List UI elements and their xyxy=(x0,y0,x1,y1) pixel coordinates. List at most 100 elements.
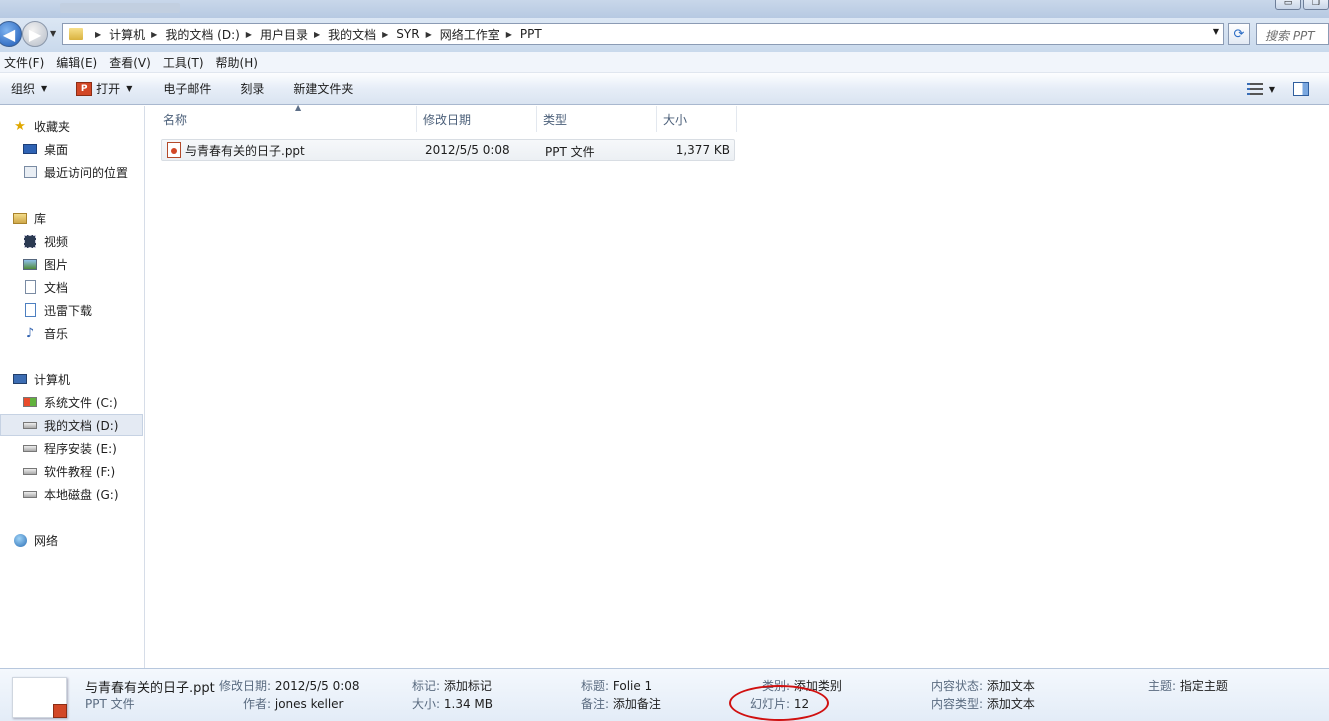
breadcrumb-user-dir[interactable]: 用户目录 xyxy=(260,26,308,43)
recent-places-icon xyxy=(22,165,38,179)
recent-pages-dropdown[interactable]: ▼ xyxy=(50,29,56,38)
new-folder-button[interactable]: 新建文件夹 xyxy=(275,73,364,104)
chevron-right-icon[interactable]: ▶ xyxy=(506,30,512,39)
chevron-right-icon[interactable]: ▶ xyxy=(382,30,388,39)
menu-help[interactable]: 帮助(H) xyxy=(212,54,266,71)
nav-videos[interactable]: 视频 xyxy=(22,231,68,251)
forward-button[interactable]: ▶ xyxy=(22,21,48,47)
details-content-type: 内容类型: 添加文本 xyxy=(931,697,1035,711)
details-modified: 修改日期: 2012/5/5 0:08 xyxy=(219,679,360,693)
nav-label: 计算机 xyxy=(34,372,71,387)
sort-ascending-icon: ▲ xyxy=(295,103,302,112)
email-button[interactable]: 电子邮件 xyxy=(143,73,222,104)
menu-edit[interactable]: 编辑(E) xyxy=(52,54,105,71)
file-name: 与青春有关的日子.ppt xyxy=(185,143,305,158)
breadcrumb-computer[interactable]: 计算机 xyxy=(109,26,145,43)
window-controls: ▭ ❐ xyxy=(1273,0,1329,10)
breadcrumb-studio[interactable]: 网络工作室 xyxy=(440,26,500,43)
column-label: 名称 xyxy=(163,112,188,127)
nav-computer[interactable]: 计算机 xyxy=(12,369,70,389)
library-icon xyxy=(12,211,28,225)
chevron-right-icon[interactable]: ▶ xyxy=(314,30,320,39)
nav-libraries[interactable]: 库 xyxy=(12,208,46,228)
nav-pictures[interactable]: 图片 xyxy=(22,254,68,274)
nav-label: 桌面 xyxy=(44,142,69,157)
address-bar[interactable]: ▶ 计算机 ▶ 我的文档 (D:) ▶ 用户目录 ▶ 我的文档 ▶ SYR ▶ … xyxy=(62,23,1224,45)
folder-icon xyxy=(69,28,83,40)
powerpoint-icon xyxy=(53,704,67,718)
details-author: 作者: jones keller xyxy=(243,697,344,711)
menu-view[interactable]: 查看(V) xyxy=(105,54,159,71)
nav-drive-g[interactable]: 本地磁盘 (G:) xyxy=(22,484,119,504)
minimize-button[interactable]: ▭ xyxy=(1275,0,1301,10)
chevron-down-icon: ▼ xyxy=(41,84,48,93)
document-icon xyxy=(22,280,38,294)
breadcrumb: ▶ 计算机 ▶ 我的文档 (D:) ▶ 用户目录 ▶ 我的文档 ▶ SYR ▶ … xyxy=(89,26,542,43)
back-button[interactable]: ◀ xyxy=(0,21,22,47)
details-size: 大小: 1.34 MB xyxy=(412,697,493,711)
details-title: 标题: Folie 1 xyxy=(581,679,653,693)
nav-label: 软件教程 (F:) xyxy=(44,464,116,479)
nav-network[interactable]: 网络 xyxy=(12,530,58,550)
view-details-icon[interactable] xyxy=(1246,83,1263,95)
open-label: 打开 xyxy=(96,82,121,96)
drive-icon xyxy=(22,464,38,478)
menu-file[interactable]: 文件(F) xyxy=(0,54,52,71)
address-dropdown-icon[interactable]: ▼ xyxy=(1213,27,1219,36)
nav-desktop[interactable]: 桌面 xyxy=(22,139,68,159)
maximize-button[interactable]: ❐ xyxy=(1303,0,1329,10)
search-input[interactable]: 搜索 PPT xyxy=(1256,23,1329,45)
refresh-button[interactable]: ⟳ xyxy=(1228,23,1250,45)
command-bar: 组织 ▼ P 打开 ▼ 电子邮件 刻录 新建文件夹 ▼ xyxy=(0,73,1329,105)
breadcrumb-drive-d[interactable]: 我的文档 (D:) xyxy=(165,26,239,43)
column-header-modified[interactable]: 修改日期 xyxy=(417,106,537,132)
file-type: PPT 文件 xyxy=(545,145,595,159)
column-header-size[interactable]: 大小 xyxy=(657,106,737,132)
breadcrumb-syr[interactable]: SYR xyxy=(396,27,419,41)
column-header-type[interactable]: 类型 xyxy=(537,106,657,132)
breadcrumb-ppt[interactable]: PPT xyxy=(520,27,542,41)
star-icon: ★ xyxy=(14,118,26,134)
nav-label: 系统文件 (C:) xyxy=(44,395,118,410)
nav-favorites[interactable]: ★ 收藏夹 xyxy=(12,116,70,136)
view-dropdown-icon[interactable]: ▼ xyxy=(1269,85,1275,94)
nav-label: 文档 xyxy=(44,280,69,295)
menu-bar: 文件(F) 编辑(E) 查看(V) 工具(T) 帮助(H) xyxy=(0,52,1329,73)
chevron-down-icon: ▼ xyxy=(126,84,133,93)
window-title-blurred xyxy=(60,3,180,13)
chevron-right-icon[interactable]: ▶ xyxy=(246,30,252,39)
nav-drive-d[interactable]: 我的文档 (D:) xyxy=(0,414,143,436)
details-content-status: 内容状态: 添加文本 xyxy=(931,679,1035,693)
organize-button[interactable]: 组织 ▼ xyxy=(0,73,58,104)
drive-icon xyxy=(22,418,38,432)
nav-documents[interactable]: 文档 xyxy=(22,277,68,297)
chevron-right-icon[interactable]: ▶ xyxy=(95,30,101,39)
file-row[interactable]: 与青春有关的日子.ppt 2012/5/5 0:08 PPT 文件 1,377 … xyxy=(161,139,735,161)
nav-drive-e[interactable]: 程序安装 (E:) xyxy=(22,438,117,458)
chevron-right-icon[interactable]: ▶ xyxy=(426,30,432,39)
details-filetype: PPT 文件 xyxy=(85,697,135,711)
file-list: ▲ 名称 修改日期 类型 大小 与青春有关的日子.ppt 2012/5/5 0:… xyxy=(146,103,1329,668)
navigation-pane: ★ 收藏夹 桌面 最近访问的位置 库 视频 图片 文档 迅雷下载 ♪ 音乐 计算… xyxy=(0,106,145,668)
title-bar: ▭ ❐ xyxy=(0,0,1329,18)
nav-label: 我的文档 (D:) xyxy=(44,418,119,433)
desktop-icon xyxy=(22,142,38,156)
preview-pane-icon[interactable] xyxy=(1293,82,1309,96)
open-button[interactable]: P 打开 ▼ xyxy=(58,73,143,104)
menu-tools[interactable]: 工具(T) xyxy=(159,54,212,71)
breadcrumb-my-docs[interactable]: 我的文档 xyxy=(328,26,376,43)
nav-drive-c[interactable]: 系统文件 (C:) xyxy=(22,392,118,412)
chevron-right-icon[interactable]: ▶ xyxy=(151,30,157,39)
music-icon: ♪ xyxy=(25,325,35,341)
burn-button[interactable]: 刻录 xyxy=(222,73,275,104)
nav-xunlei[interactable]: 迅雷下载 xyxy=(22,300,92,320)
nav-recent[interactable]: 最近访问的位置 xyxy=(22,162,128,182)
nav-music[interactable]: ♪ 音乐 xyxy=(22,323,68,343)
nav-label: 本地磁盘 (G:) xyxy=(44,487,119,502)
drive-icon xyxy=(22,487,38,501)
column-header-name[interactable]: ▲ 名称 xyxy=(157,103,417,132)
network-icon xyxy=(12,533,28,547)
details-filename: 与青春有关的日子.ppt xyxy=(85,681,215,696)
nav-drive-f[interactable]: 软件教程 (F:) xyxy=(22,461,115,481)
nav-label: 音乐 xyxy=(44,326,69,341)
